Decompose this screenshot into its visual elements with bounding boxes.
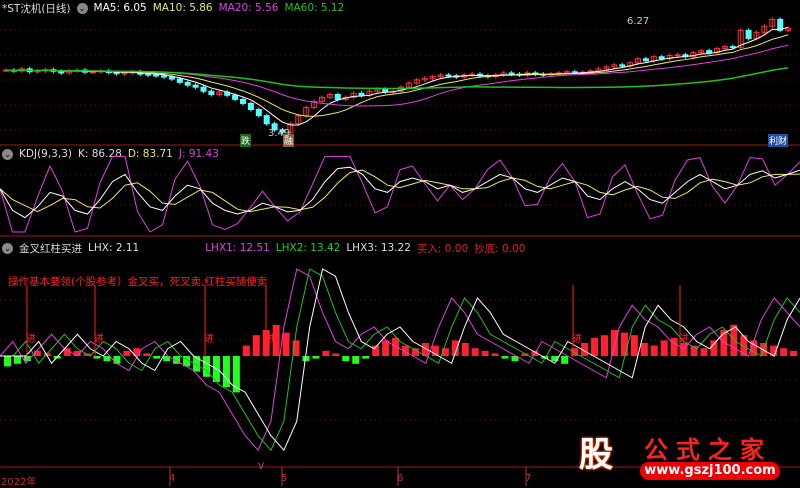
histogram-bar (382, 340, 390, 356)
entry-signal-label: 进 (572, 333, 582, 345)
ma20-line (5, 44, 789, 107)
candle (334, 94, 341, 100)
high-price-label: 6.27 (627, 16, 650, 27)
histogram-bar (352, 356, 360, 364)
histogram-bar (601, 335, 608, 356)
histogram-bar (362, 356, 370, 359)
ma10-line (5, 34, 789, 117)
candle (153, 74, 160, 77)
histogram-bar (4, 356, 11, 367)
brand-name: 公式之家 (644, 435, 772, 464)
candle (168, 76, 175, 80)
histogram-bar (700, 348, 708, 356)
candle (176, 78, 183, 83)
histogram-bar (153, 356, 161, 359)
candle (247, 102, 254, 111)
histogram-bar (342, 356, 350, 362)
histogram-bar (650, 345, 658, 356)
axis-label-7: 7 (525, 473, 532, 484)
histogram-bar (252, 335, 260, 356)
candle (508, 72, 515, 75)
histogram-bar (491, 353, 499, 356)
histogram-bar (670, 337, 678, 356)
entry-signal-label: 进 (26, 333, 36, 345)
histogram-bar (222, 356, 230, 388)
histogram-bar (640, 343, 648, 356)
histogram-bar (461, 343, 469, 356)
candle (619, 64, 626, 67)
histogram-bar (471, 348, 479, 356)
ma5-line (5, 26, 789, 126)
histogram-bar (123, 350, 131, 356)
histogram-bar (660, 340, 668, 356)
candle (255, 109, 262, 117)
histogram-bar (322, 350, 330, 356)
candle (706, 50, 713, 54)
candle (232, 94, 239, 100)
candle (729, 46, 736, 49)
candle (674, 54, 681, 57)
entry-signal-label: 进 (204, 333, 214, 345)
axis-label-5: 5 (281, 473, 288, 484)
histogram-bar (332, 353, 340, 356)
histogram-bar (103, 356, 111, 362)
histogram-bar (620, 332, 628, 356)
candle (658, 56, 665, 60)
cursor-marker: V (258, 462, 265, 472)
histogram-bar (242, 345, 250, 356)
watermark-logo: 股 公式之家 www.gszj100.com (560, 428, 800, 486)
candle (642, 58, 649, 62)
histogram-bar (561, 356, 569, 364)
candle (358, 92, 365, 96)
candle (200, 86, 207, 92)
entry-signal-label: 进 (679, 333, 689, 345)
histogram-bar (790, 350, 798, 356)
entry-signal-label: 进 (94, 333, 104, 345)
histogram-bar (282, 332, 290, 356)
histogram-bar (710, 340, 718, 356)
histogram-bar (591, 337, 599, 356)
candle (263, 115, 270, 125)
histogram-bar (13, 356, 21, 364)
histogram-bar (143, 353, 151, 356)
histogram-bar (113, 356, 121, 364)
histogram-bar (501, 356, 509, 359)
candle (145, 73, 152, 76)
kdj-j-line (0, 155, 800, 233)
bull-logo-icon: 股 (579, 435, 613, 475)
candle (745, 29, 752, 39)
histogram-bar (481, 350, 489, 356)
low-price-label: 3.49 (268, 128, 291, 139)
candle (192, 84, 199, 88)
tag-finance[interactable]: 利财 (768, 134, 789, 147)
candle (161, 75, 167, 78)
candle (184, 81, 191, 86)
histogram-bar (312, 356, 320, 359)
brand-url: www.gszj100.com (640, 462, 780, 480)
candle (240, 98, 246, 104)
ma60-line (5, 67, 789, 90)
candle (121, 72, 128, 75)
axis-label-6: 6 (397, 473, 404, 484)
candle (445, 74, 452, 77)
entry-signal-label: 进 (265, 333, 275, 345)
histogram-bar (630, 335, 638, 356)
axis-label-4: 4 (169, 473, 176, 484)
chart-canvas[interactable]: 进进进进进进 (0, 0, 800, 486)
histogram-bar (780, 348, 788, 356)
candle (208, 90, 215, 95)
histogram-bar (392, 337, 400, 356)
histogram-bar (610, 330, 618, 356)
tag-fall[interactable]: 跌 (240, 134, 252, 147)
